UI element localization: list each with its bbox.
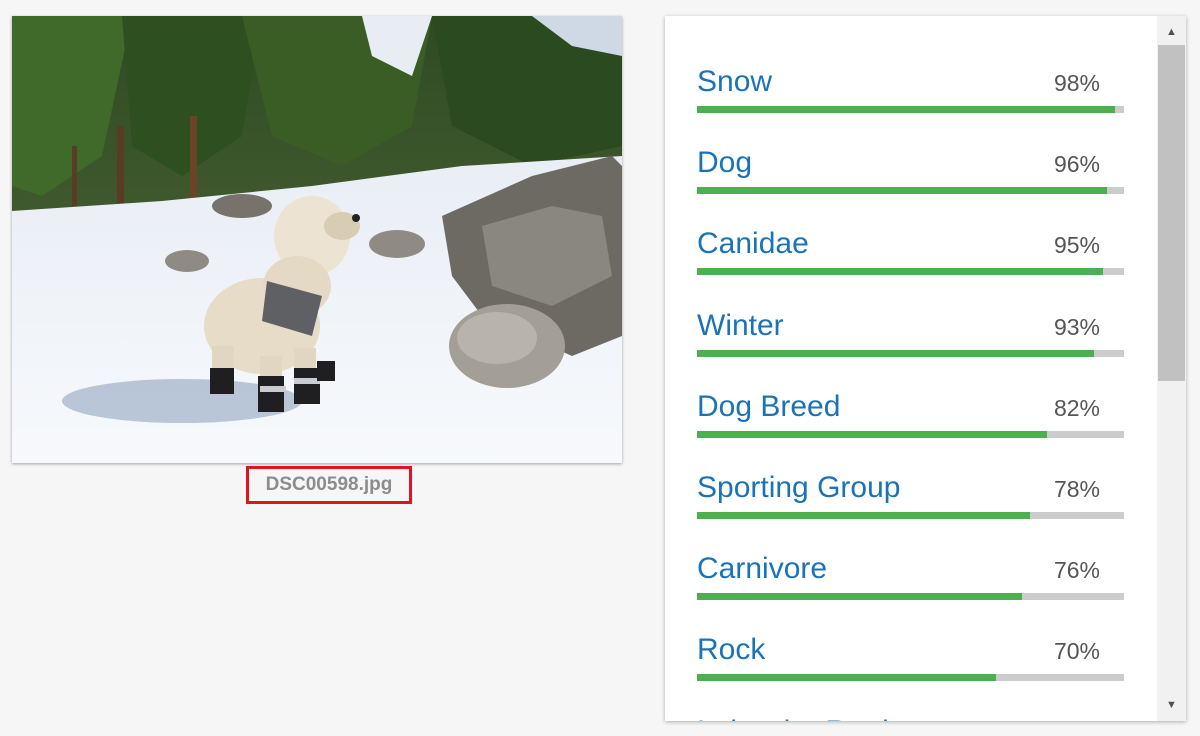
label-name-link[interactable]: Snow — [697, 64, 772, 100]
label-row: Sporting Group 78% — [697, 422, 1124, 519]
scroll-down-arrow-icon[interactable]: ▼ — [1157, 691, 1186, 719]
label-confidence-value: 70% — [1053, 638, 1100, 665]
label-confidence-value: 96% — [1053, 151, 1100, 178]
label-name-link[interactable]: Dog Breed — [697, 389, 840, 425]
label-confidence-value: 98% — [1053, 70, 1100, 96]
label-row: Snow 98% — [697, 16, 1124, 113]
label-list: Snow 98% Dog 96% Canidae 95% Winter 93% Dog Bree… — [697, 16, 1124, 721]
label-row: Rock 70% — [697, 584, 1124, 682]
label-row: Carnivore 76% — [697, 503, 1124, 601]
label-name-link[interactable]: Winter — [697, 308, 784, 344]
label-row: Winter 93% — [697, 260, 1124, 357]
vertical-scrollbar[interactable]: ▲ ▼ — [1157, 16, 1186, 721]
label-results-panel[interactable]: Snow 98% Dog 96% Canidae 95% Winter 93% Dog Bree… — [665, 16, 1186, 721]
label-confidence-value: 78% — [1053, 475, 1100, 502]
label-row: Labrador Retriever — [697, 666, 1124, 722]
label-row: Dog 96% — [697, 97, 1124, 195]
label-confidence-value: 82% — [1053, 394, 1100, 421]
label-name-link[interactable]: Sporting Group — [697, 470, 900, 506]
label-confidence-value: 93% — [1053, 313, 1100, 340]
label-name-link[interactable]: Carnivore — [697, 551, 827, 587]
photo-preview[interactable] — [12, 16, 622, 463]
label-row: Dog Breed 82% — [697, 341, 1124, 438]
label-confidence-value: 95% — [1053, 232, 1100, 259]
label-name-link[interactable]: Rock — [697, 632, 765, 668]
label-name-link[interactable]: Labrador Retriever — [697, 714, 947, 722]
dog-photo-image — [12, 16, 622, 463]
scroll-up-arrow-icon[interactable]: ▲ — [1157, 18, 1186, 46]
label-name-link[interactable]: Canidae — [697, 226, 809, 262]
label-confidence-value: 76% — [1053, 557, 1100, 584]
scroll-thumb[interactable] — [1158, 45, 1185, 381]
label-name-link[interactable]: Dog — [697, 145, 752, 181]
photo-filename: DSC00598.jpg — [246, 466, 412, 504]
label-row: Canidae 95% — [697, 178, 1124, 276]
